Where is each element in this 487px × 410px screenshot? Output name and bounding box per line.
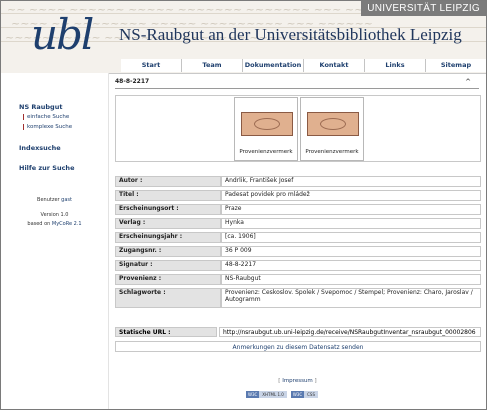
xhtml-badge[interactable]: W3C XHTML 1.0 (246, 391, 287, 398)
css-badge[interactable]: W3C CSS (290, 391, 318, 398)
sidebar-item-help[interactable]: Hilfe zur Suche (19, 164, 74, 172)
thumbnail-caption: Provenienzvermerk (305, 149, 359, 155)
main-content: 48-8-2217 ^ Provenienzvermerk Provenienz… (109, 73, 486, 409)
stamp-image (241, 112, 293, 136)
impressum-link[interactable]: Impressum (282, 378, 313, 384)
sidebar-item-ns-raubgut[interactable]: NS Raubgut (19, 103, 62, 111)
thumbnail-caption: Provenienzvermerk (239, 149, 293, 155)
send-remarks-link[interactable]: Anmerkungen zu diesem Datensatz senden (115, 341, 481, 352)
based-on-label: based on (27, 221, 51, 227)
field-label: Erscheinungsjahr : (115, 232, 221, 243)
table-row: Signatur : 48-8-2217 (115, 260, 481, 271)
field-value: 36 P 009 (221, 246, 481, 257)
field-value: NS-Raubgut (221, 274, 481, 285)
field-label: Verlag : (115, 218, 221, 229)
field-value: Andrlik, František Josef (221, 176, 481, 187)
metadata-table: Autor : Andrlik, František Josef Titel :… (115, 173, 481, 311)
scroll-up-icon[interactable]: ^ (465, 78, 471, 86)
field-value: Praze (221, 204, 481, 215)
badge-w3c: W3C (246, 391, 260, 398)
bracket-open: [ (278, 378, 281, 384)
user-info: Benutzer gast (1, 197, 108, 203)
sidebar-item-complex-search[interactable]: komplexe Suche (23, 124, 72, 130)
provenance-thumbnails: Provenienzvermerk Provenienzvermerk (115, 95, 481, 162)
sidebar: NS Raubgut einfache Suche komplexe Suche… (1, 73, 109, 409)
record-id-bar: 48-8-2217 ^ (115, 78, 479, 89)
stamp-image (307, 112, 359, 136)
version-info: Version 1.0 (40, 212, 69, 218)
badge-w3c: W3C (290, 391, 305, 398)
field-label: Erscheinungsort : (115, 204, 221, 215)
field-label: Zugangsnr. : (115, 246, 221, 257)
nav-sitemap[interactable]: Sitemap (425, 59, 486, 72)
table-row: Zugangsnr. : 36 P 009 (115, 246, 481, 257)
sidebar-item-indexsuche[interactable]: Indexsuche (19, 144, 61, 152)
thumbnail-provenance-1[interactable]: Provenienzvermerk (234, 97, 298, 161)
bracket-close: ] (314, 378, 317, 384)
static-url-link[interactable]: http://nsraubgut.ub.uni-leipzig.de/recei… (219, 327, 481, 337)
user-label: Benutzer (37, 197, 60, 203)
field-label: Autor : (115, 176, 221, 187)
based-on-info: based on MyCoRe 2.1 (1, 221, 108, 227)
table-row: Schlagworte : Provenienz: Ceskoslov. Spo… (115, 288, 481, 308)
nav-start[interactable]: Start (121, 59, 181, 72)
page-header: ~~ ~~~~ ~~~~~~ ~~~~~ ~~~~~~~ ~~~~~~~ ~~~… (1, 1, 486, 74)
nav-kontakt[interactable]: Kontakt (303, 59, 364, 72)
table-row: Autor : Andrlik, František Josef (115, 176, 481, 187)
field-label: Provenienz : (115, 274, 221, 285)
field-label: Titel : (115, 190, 221, 201)
ubl-logo[interactable]: ubl (31, 7, 94, 63)
university-label[interactable]: UNIVERSITÄT LEIPZIG (361, 1, 486, 16)
thumbnail-provenance-2[interactable]: Provenienzvermerk (300, 97, 364, 161)
nav-team[interactable]: Team (181, 59, 242, 72)
impressum-footer: [ Impressum ] (109, 378, 486, 384)
table-row: Erscheinungsjahr : [ca. 1906] (115, 232, 481, 243)
field-value: Padesat povidek pro mládež (221, 190, 481, 201)
field-value: Provenienz: Ceskoslov. Spolek / Svepomoc… (221, 288, 481, 308)
table-row: Provenienz : NS-Raubgut (115, 274, 481, 285)
nav-dokumentation[interactable]: Dokumentation (242, 59, 303, 72)
field-value: 48-8-2217 (221, 260, 481, 271)
user-name[interactable]: gast (61, 197, 72, 203)
record-id: 48-8-2217 (115, 78, 150, 85)
validation-badges: W3C XHTML 1.0 W3C CSS (246, 391, 318, 398)
table-row: Titel : Padesat povidek pro mládež (115, 190, 481, 201)
static-url-label: Statische URL : (115, 327, 217, 337)
field-value: Hynka (221, 218, 481, 229)
badge-css: CSS (304, 391, 318, 398)
main-navigation: Start Team Dokumentation Kontakt Links S… (121, 59, 486, 72)
field-label: Schlagworte : (115, 288, 221, 308)
static-url-row: Statische URL : http://nsraubgut.ub.uni-… (115, 327, 481, 338)
field-value: [ca. 1906] (221, 232, 481, 243)
sidebar-item-simple-search[interactable]: einfache Suche (23, 114, 69, 120)
mycore-link[interactable]: MyCoRe 2.1 (52, 221, 82, 227)
table-row: Erscheinungsort : Praze (115, 204, 481, 215)
field-label: Signatur : (115, 260, 221, 271)
table-row: Verlag : Hynka (115, 218, 481, 229)
site-title: NS-Raubgut an der Universitätsbibliothek… (119, 25, 462, 44)
browser-page: ~~ ~~~~ ~~~~~~ ~~~~~ ~~~~~~~ ~~~~~~~ ~~~… (0, 0, 487, 410)
nav-links[interactable]: Links (364, 59, 425, 72)
badge-xhtml: XHTML 1.0 (259, 391, 287, 398)
